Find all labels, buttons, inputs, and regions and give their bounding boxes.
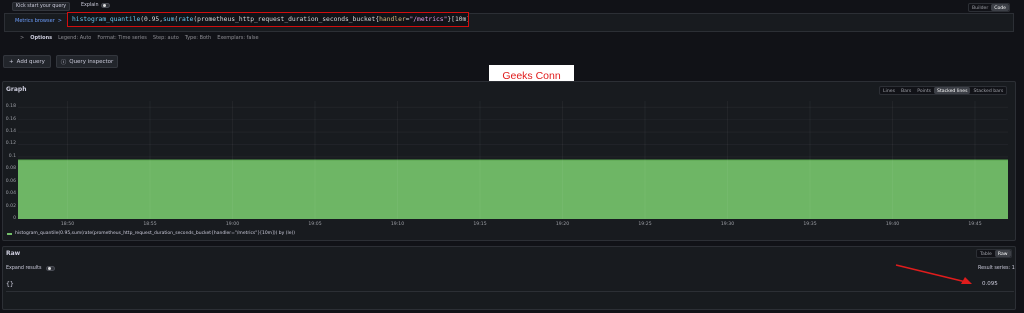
legend-swatch bbox=[7, 232, 12, 235]
y-tick-label: 0.14 bbox=[5, 129, 16, 135]
y-tick-label: 0.1 bbox=[8, 153, 16, 159]
legend-label: histogram_quantile(0.95,sum(rate(prometh… bbox=[15, 231, 296, 236]
result-row-value: 0.095 bbox=[982, 281, 998, 287]
legend-item[interactable]: histogram_quantile(0.95,sum(rate(prometh… bbox=[7, 231, 295, 236]
query-token: sum bbox=[163, 16, 175, 23]
explain-toggle[interactable] bbox=[101, 3, 110, 8]
y-tick-label: 0.16 bbox=[5, 116, 16, 122]
x-tick-label: 18:50 bbox=[60, 222, 75, 227]
series-area bbox=[18, 160, 1008, 219]
y-tick-label: 0.08 bbox=[5, 166, 16, 172]
graph-mode-points[interactable]: Points bbox=[914, 87, 934, 94]
graph-mode-stacked-bars[interactable]: Stacked bars bbox=[970, 87, 1006, 94]
query-token: histogram_quantile bbox=[72, 16, 141, 23]
raw-title: Raw bbox=[6, 250, 21, 257]
y-tick-label: 0.12 bbox=[5, 141, 16, 147]
result-row-label: {} bbox=[6, 280, 14, 288]
y-tick-label: 0.18 bbox=[5, 104, 16, 110]
x-tick-label: 19:25 bbox=[638, 222, 652, 227]
graph-mode-selector: Lines Bars Points Stacked lines Stacked bars bbox=[879, 86, 1008, 95]
graph-mode-lines[interactable]: Lines bbox=[880, 87, 898, 94]
graph-mode-bars[interactable]: Bars bbox=[898, 87, 914, 94]
editor-mode-toggle: Builder Code bbox=[968, 3, 1011, 12]
result-row-divider bbox=[6, 291, 1014, 292]
query-token: }[10m])) by (le)) bbox=[447, 16, 468, 23]
query-inspector-button[interactable]: ⓘ Query inspector bbox=[56, 55, 118, 68]
add-query-label: Add query bbox=[16, 58, 45, 65]
annotation-arrow-icon bbox=[895, 264, 972, 284]
chevron-right-icon: > bbox=[57, 17, 62, 24]
options-title: Options bbox=[30, 35, 53, 41]
x-tick-label: 19:35 bbox=[803, 222, 817, 227]
plus-icon: + bbox=[9, 58, 14, 65]
x-tick-label: 19:40 bbox=[885, 222, 900, 227]
expand-results-toggle[interactable] bbox=[46, 266, 55, 271]
x-tick-label: 19:05 bbox=[308, 222, 322, 227]
expand-results-label: Expand results bbox=[6, 266, 42, 271]
options-format: Format: Time series bbox=[97, 35, 147, 41]
y-tick-label: 0.04 bbox=[5, 191, 16, 197]
query-token: handler bbox=[379, 16, 406, 23]
query-inspector-label: Query inspector bbox=[69, 58, 114, 65]
table-button[interactable]: Table bbox=[977, 250, 995, 257]
y-tick-label: 0.02 bbox=[5, 203, 16, 209]
x-tick-label: 19:30 bbox=[720, 222, 735, 227]
explain-label: Explain bbox=[81, 3, 99, 8]
x-tick-label: 19:10 bbox=[390, 222, 405, 227]
kick-start-button[interactable]: Kick start your query bbox=[12, 2, 70, 11]
chevron-right-icon: > bbox=[20, 35, 25, 41]
code-button[interactable]: Code bbox=[991, 4, 1010, 11]
raw-panel bbox=[2, 246, 1016, 310]
graph-title: Graph bbox=[6, 86, 27, 93]
add-query-button[interactable]: + Add query bbox=[3, 55, 51, 68]
builder-button[interactable]: Builder bbox=[969, 4, 991, 11]
y-tick-label: 0.06 bbox=[5, 178, 16, 184]
x-tick-label: 18:55 bbox=[143, 222, 157, 227]
info-icon: ⓘ bbox=[60, 59, 67, 66]
y-tick-label: 0 bbox=[13, 216, 16, 221]
x-tick-label: 19:45 bbox=[968, 222, 982, 227]
options-step: Step: auto bbox=[152, 35, 179, 41]
x-tick-label: 19:15 bbox=[473, 222, 487, 227]
query-editor-input[interactable]: histogram_quantile (0.95, sum(rate (prometh… bbox=[67, 12, 469, 27]
x-tick-label: 19:20 bbox=[555, 222, 570, 227]
graph-mode-stacked-lines[interactable]: Stacked lines bbox=[934, 87, 971, 94]
metrics-browser-label: Metrics browser bbox=[15, 17, 55, 24]
raw-button[interactable]: Raw bbox=[994, 250, 1011, 257]
options-type: Type: Both bbox=[184, 35, 212, 41]
options-bar[interactable]: > Options Legend: Auto Format: Time seri… bbox=[20, 35, 259, 43]
result-series-count: Result series: 1 bbox=[978, 266, 1015, 271]
metrics-browser-button[interactable]: Metrics browser > bbox=[15, 15, 62, 26]
query-token: rate bbox=[178, 16, 194, 23]
x-tick-label: 19:00 bbox=[225, 222, 240, 227]
chart-plot bbox=[18, 101, 1008, 219]
query-token: "/metrics" bbox=[409, 16, 448, 23]
options-exemplars: Exemplars: false bbox=[217, 35, 259, 41]
options-legend: Legend: Auto bbox=[58, 35, 92, 41]
query-token: (prometheus_http_request_duration_second… bbox=[193, 16, 380, 23]
query-token: (0.95, bbox=[140, 16, 163, 23]
raw-mode-toggle: Table Raw bbox=[976, 249, 1012, 258]
